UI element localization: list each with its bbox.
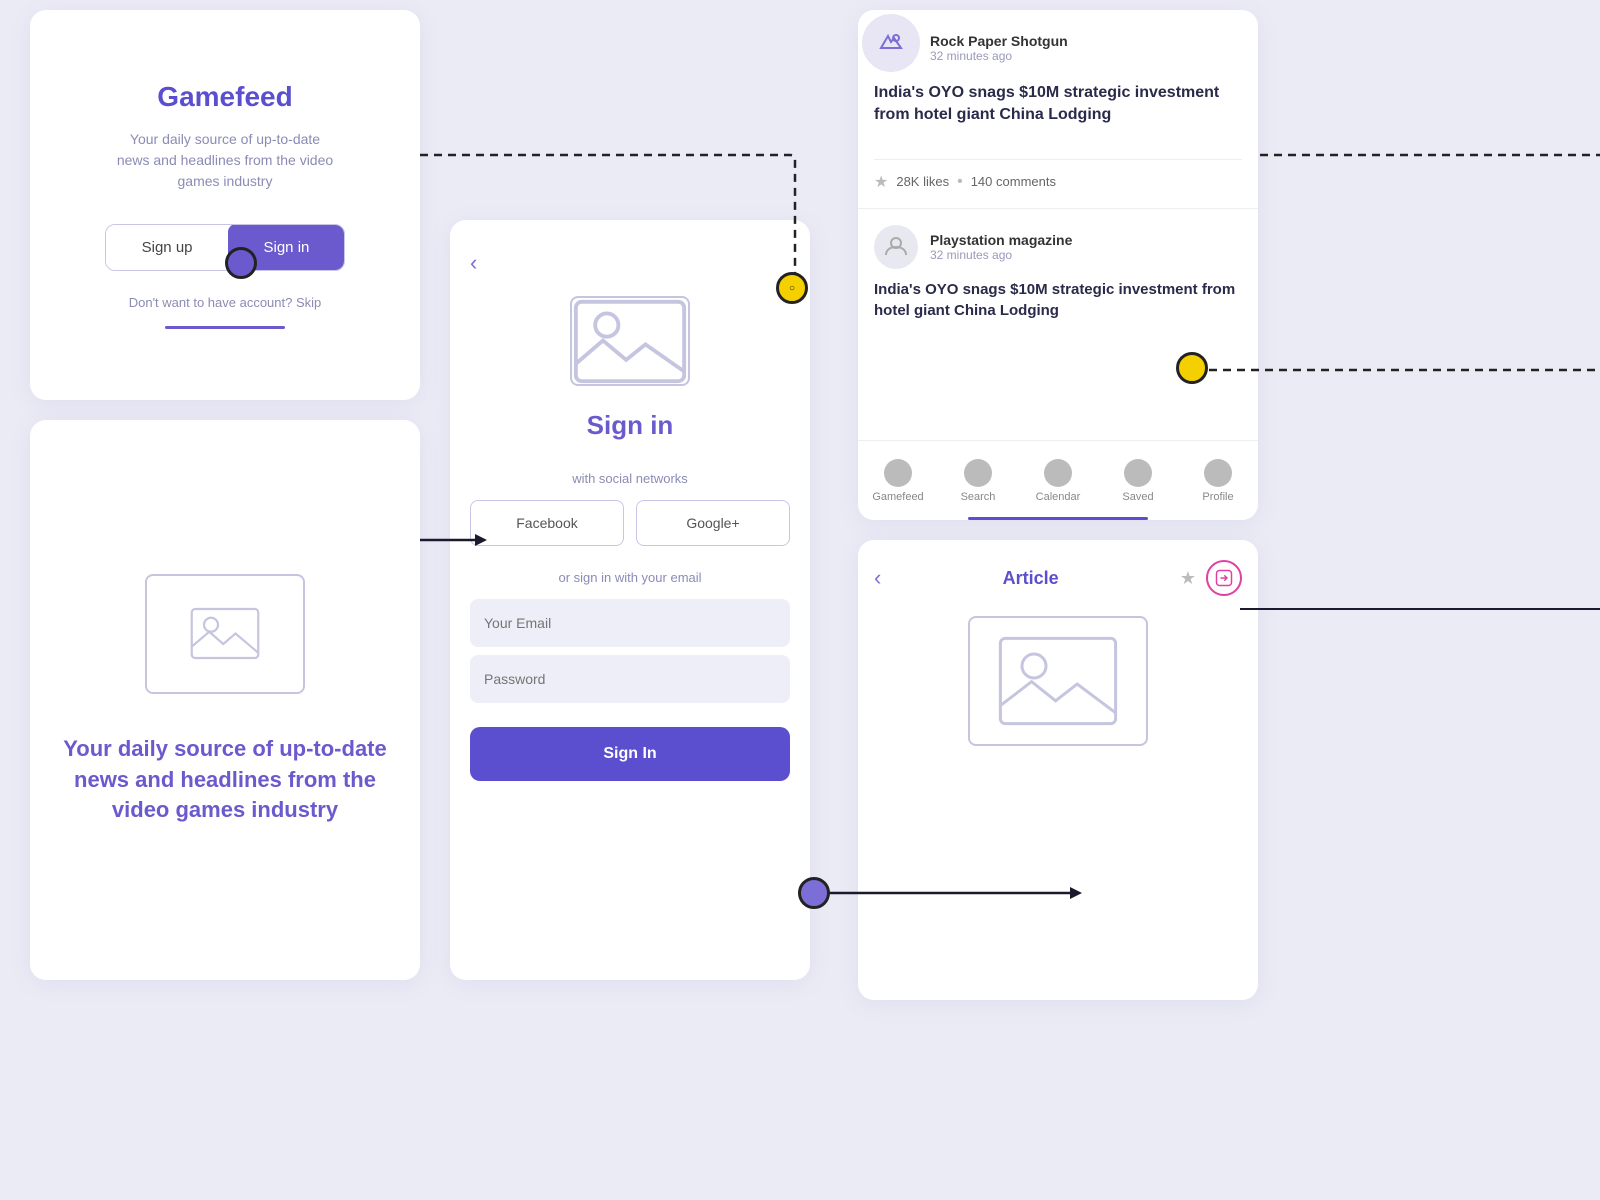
- star-icon-1[interactable]: ★: [874, 172, 888, 192]
- likes-count-1: 28K likes: [896, 174, 949, 189]
- image-placeholder: [145, 574, 305, 694]
- source-time-1: 32 minutes ago: [930, 49, 1068, 63]
- facebook-button[interactable]: Facebook: [470, 500, 624, 546]
- nav-search[interactable]: Search: [938, 459, 1018, 503]
- article-star-icon[interactable]: ★: [1180, 568, 1196, 589]
- screen-newsfeed: Rock Paper Shotgun 32 minutes ago India'…: [858, 10, 1258, 520]
- comments-count-1: 140 comments: [971, 174, 1056, 189]
- nav-profile[interactable]: Profile: [1178, 459, 1258, 503]
- share-button[interactable]: [1206, 560, 1242, 596]
- source-name-2: Playstation magazine: [930, 232, 1072, 248]
- signin-title: Sign in: [587, 410, 674, 441]
- password-input[interactable]: [470, 655, 790, 703]
- bottom-left-text: Your daily source of up-to-date news and…: [60, 734, 390, 826]
- gamefeed-subtitle: Your daily source of up-to-datenews and …: [117, 129, 333, 192]
- article-back-button[interactable]: ‹: [874, 565, 881, 591]
- nav-gamefeed[interactable]: Gamefeed: [858, 459, 938, 503]
- screen-signin: ‹ Sign in with social networks Facebook …: [450, 220, 810, 980]
- screen-article: ‹ Article ★: [858, 540, 1258, 1000]
- news-footer-1: ★ 28K likes • 140 comments: [858, 172, 1258, 208]
- email-input[interactable]: [470, 599, 790, 647]
- email-label: or sign in with your email: [558, 570, 701, 585]
- source-avatar-2: [874, 225, 918, 269]
- annotation-dot-3: [1176, 352, 1208, 384]
- navigation-bar: Gamefeed Search Calendar Saved Profile: [858, 440, 1258, 520]
- article-image-placeholder: [968, 616, 1148, 746]
- nav-active-indicator: [968, 517, 1148, 520]
- annotation-dot-1: ○: [776, 272, 808, 304]
- gamefeed-icon-badge: [862, 14, 920, 72]
- signin-image-placeholder: [570, 296, 690, 386]
- article-header: ‹ Article ★: [874, 560, 1242, 596]
- nav-label-profile: Profile: [1202, 491, 1233, 503]
- social-buttons: Facebook Google+: [470, 500, 790, 546]
- nav-label-calendar: Calendar: [1036, 491, 1081, 503]
- nav-label-gamefeed: Gamefeed: [872, 491, 923, 503]
- separator-dot: •: [957, 173, 963, 191]
- nav-label-search: Search: [961, 491, 996, 503]
- divider-1: [874, 159, 1242, 160]
- article-title-2: India's OYO snags $10M strategic investm…: [874, 279, 1242, 321]
- article-page-title: Article: [1003, 568, 1059, 589]
- back-button[interactable]: ‹: [470, 250, 477, 276]
- google-button[interactable]: Google+: [636, 500, 790, 546]
- news-article-1-content: India's OYO snags $10M strategic investm…: [858, 82, 1258, 159]
- source-name-1: Rock Paper Shotgun: [930, 33, 1068, 49]
- tab-underline: [165, 326, 285, 329]
- annotation-dot-4: [798, 877, 830, 909]
- news-article-2: Playstation magazine 32 minutes ago Indi…: [858, 208, 1258, 353]
- screen-bottom-left: Your daily source of up-to-date news and…: [30, 420, 420, 980]
- signup-button[interactable]: Sign up: [106, 225, 229, 270]
- source-time-2: 32 minutes ago: [930, 248, 1072, 262]
- screen-gamefeed: Gamefeed Your daily source of up-to-date…: [30, 10, 420, 400]
- signin-submit-button[interactable]: Sign In: [470, 727, 790, 781]
- annotation-dot-2: [225, 247, 257, 279]
- nav-calendar[interactable]: Calendar: [1018, 459, 1098, 503]
- article-title-1: India's OYO snags $10M strategic investm…: [874, 82, 1242, 127]
- article-actions: ★: [1180, 560, 1242, 596]
- nav-label-saved: Saved: [1122, 491, 1153, 503]
- email-form: [470, 599, 790, 703]
- skip-text[interactable]: Don't want to have account? Skip: [129, 295, 322, 310]
- social-label: with social networks: [572, 471, 688, 486]
- gamefeed-title: Gamefeed: [157, 81, 292, 113]
- nav-saved[interactable]: Saved: [1098, 459, 1178, 503]
